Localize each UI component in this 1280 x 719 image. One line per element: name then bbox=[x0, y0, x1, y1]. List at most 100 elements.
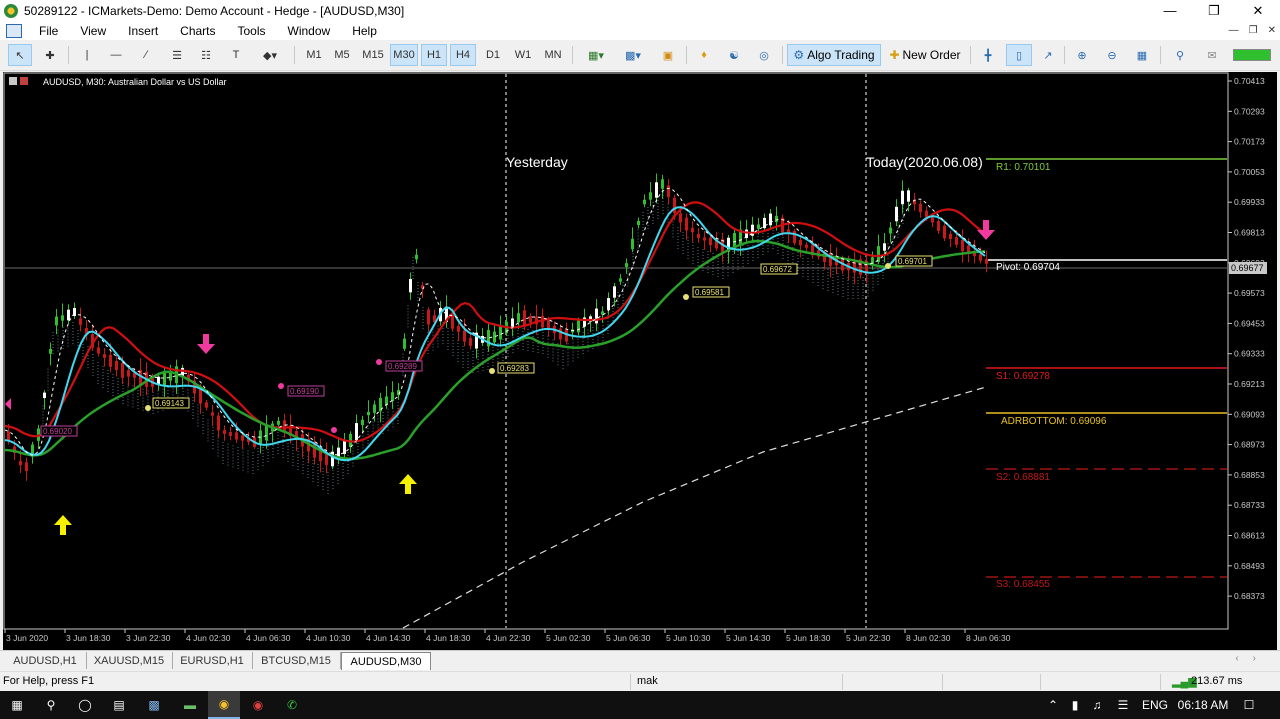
candle-body bbox=[241, 435, 244, 441]
battery-icon[interactable]: ▮ bbox=[1066, 691, 1084, 719]
search-icon[interactable]: ⚲ bbox=[36, 691, 66, 719]
candle-body bbox=[169, 372, 172, 381]
tab-audusd-h1[interactable]: AUDUSD,H1 bbox=[4, 652, 87, 669]
tab-scroll-arrows-icon[interactable]: ‹› bbox=[1235, 653, 1270, 664]
terminal-app-icon[interactable]: ▬ bbox=[174, 691, 206, 719]
navigator-icon[interactable]: ☯ bbox=[722, 44, 746, 66]
horizontal-line-icon[interactable]: — bbox=[104, 44, 128, 66]
candle-body bbox=[805, 244, 808, 248]
text-tool-icon[interactable]: T bbox=[224, 44, 248, 66]
price-scale-label: 0.69813 bbox=[1234, 228, 1265, 238]
tab-xauusd-m15[interactable]: XAUUSD,M15 bbox=[86, 652, 173, 669]
menu-window[interactable]: Window bbox=[277, 24, 342, 38]
price-tag-3: 0.69190 bbox=[290, 387, 319, 396]
time-scale-label: 5 Jun 10:30 bbox=[666, 633, 711, 643]
profiles-icon[interactable]: ▣ bbox=[656, 44, 680, 66]
long-ma-line bbox=[402, 386, 987, 629]
candle-body bbox=[79, 318, 82, 325]
timeframe-d1[interactable]: D1 bbox=[480, 44, 506, 66]
zoom-in-icon[interactable]: ⊕ bbox=[1070, 44, 1094, 66]
tab-btcusd-m15[interactable]: BTCUSD,M15 bbox=[252, 652, 341, 669]
candle-body bbox=[469, 337, 472, 346]
candle-body bbox=[607, 298, 610, 310]
timeframe-m30[interactable]: M30 bbox=[390, 44, 418, 66]
mdi-restore-button[interactable]: ❐ bbox=[1249, 21, 1258, 40]
level-s3-label: S3: 0.68455 bbox=[996, 579, 1050, 590]
timeframe-m1[interactable]: M1 bbox=[302, 44, 326, 66]
vertical-line-icon[interactable]: | bbox=[76, 44, 98, 66]
menu-view[interactable]: View bbox=[69, 24, 117, 38]
minimize-button[interactable]: — bbox=[1148, 0, 1192, 21]
timeframe-h1[interactable]: H1 bbox=[421, 44, 447, 66]
language-indicator[interactable]: ENG bbox=[1140, 691, 1170, 719]
tray-chevron-icon[interactable]: ⌃ bbox=[1044, 691, 1062, 719]
time-scale-label: 8 Jun 06:30 bbox=[966, 633, 1011, 643]
candle-body bbox=[613, 286, 616, 298]
time-scale-label: 8 Jun 02:30 bbox=[906, 633, 951, 643]
network-icon[interactable]: ☰ bbox=[1112, 691, 1134, 719]
price-chart[interactable]: 0.70413 0.70293 0.70173 0.70053 0.69933 0.698… bbox=[3, 72, 1277, 650]
tab-audusd-m30[interactable]: AUDUSD,M30 bbox=[341, 652, 431, 670]
fibonacci-icon[interactable]: ☰ bbox=[164, 44, 190, 66]
menu-help[interactable]: Help bbox=[341, 24, 388, 38]
task-view-icon[interactable]: ▤ bbox=[104, 691, 134, 719]
signal-dot-icon bbox=[331, 427, 337, 433]
timeframe-m15[interactable]: M15 bbox=[358, 44, 388, 66]
mdi-close-button[interactable]: ✕ bbox=[1268, 21, 1276, 40]
metatrader-taskbar-icon[interactable]: ◉ bbox=[208, 691, 240, 719]
time-scale-label: 3 Jun 18:30 bbox=[66, 633, 111, 643]
menu-charts[interactable]: Charts bbox=[169, 24, 226, 38]
timeframe-m5[interactable]: M5 bbox=[330, 44, 354, 66]
zoom-out-icon[interactable]: ⊖ bbox=[1100, 44, 1124, 66]
cursor-icon[interactable]: ↖ bbox=[8, 44, 32, 66]
chrome-icon[interactable]: ◉ bbox=[242, 691, 274, 719]
close-button[interactable]: ✕ bbox=[1236, 0, 1280, 21]
fibo-fan-icon[interactable]: ☷ bbox=[194, 44, 218, 66]
timeframe-w1[interactable]: W1 bbox=[510, 44, 536, 66]
line-chart-icon[interactable]: ↗ bbox=[1036, 44, 1060, 66]
chart-area[interactable]: 0.70413 0.70293 0.70173 0.70053 0.69933 0.698… bbox=[3, 72, 1277, 650]
menu-file[interactable]: File bbox=[28, 24, 69, 38]
menu-tools[interactable]: Tools bbox=[227, 24, 277, 38]
algo-trading-button[interactable]: ⚙ Algo Trading bbox=[787, 44, 881, 66]
search-icon[interactable]: ⚲ bbox=[1168, 44, 1192, 66]
new-order-button[interactable]: ✚ New Order bbox=[885, 44, 965, 66]
bar-chart-icon[interactable]: ╋ bbox=[976, 44, 1000, 66]
whatsapp-icon[interactable]: ✆ bbox=[276, 691, 308, 719]
signals-icon[interactable]: ◎ bbox=[752, 44, 776, 66]
status-help: For Help, press F1 bbox=[3, 675, 95, 687]
shapes-dropdown-icon[interactable]: ◆▾ bbox=[254, 44, 286, 66]
candle-body bbox=[643, 199, 646, 205]
algo-trading-icon: ⚙ bbox=[793, 48, 805, 62]
new-chart-icon[interactable]: ▦▾ bbox=[580, 44, 612, 66]
chat-icon[interactable]: ✉ bbox=[1198, 44, 1226, 66]
menu-insert[interactable]: Insert bbox=[117, 24, 169, 38]
tile-windows-icon[interactable]: ▦ bbox=[1130, 44, 1154, 66]
maximize-button[interactable]: ❐ bbox=[1192, 0, 1236, 21]
candle-body bbox=[757, 224, 760, 229]
candle-body bbox=[937, 221, 940, 231]
timeframe-mn[interactable]: MN bbox=[540, 44, 566, 66]
market-watch-icon[interactable]: ♦ bbox=[692, 44, 716, 66]
candle-body bbox=[223, 430, 226, 434]
candle-body bbox=[685, 217, 688, 231]
candlestick-icon[interactable]: ▯ bbox=[1006, 44, 1032, 66]
app-icon[interactable]: ▩ bbox=[138, 691, 170, 719]
tab-eurusd-h1[interactable]: EURUSD,H1 bbox=[172, 652, 253, 669]
volume-icon[interactable]: ♫ bbox=[1088, 691, 1106, 719]
cortana-icon[interactable]: ◯ bbox=[70, 691, 100, 719]
clock[interactable]: 06:18 AM bbox=[1176, 691, 1230, 719]
notifications-icon[interactable]: ☐ bbox=[1236, 691, 1262, 719]
time-scale-label: 5 Jun 22:30 bbox=[846, 633, 891, 643]
crosshair-icon[interactable]: ✚ bbox=[38, 44, 62, 66]
windows-start-icon[interactable]: ▦ bbox=[2, 691, 32, 719]
chart-window-icon[interactable] bbox=[6, 23, 22, 38]
mdi-minimize-button[interactable]: — bbox=[1229, 21, 1239, 40]
timeframe-h4[interactable]: H4 bbox=[450, 44, 476, 66]
time-scale: 3 Jun 2020 3 Jun 18:30 3 Jun 22:30 4 Jun 02… bbox=[4, 629, 1011, 643]
candle-body bbox=[67, 309, 70, 321]
candle-body bbox=[631, 238, 634, 250]
templates-icon[interactable]: ▩▾ bbox=[616, 44, 650, 66]
candle-body bbox=[763, 217, 766, 229]
trendline-icon[interactable]: ∕ bbox=[134, 44, 158, 66]
